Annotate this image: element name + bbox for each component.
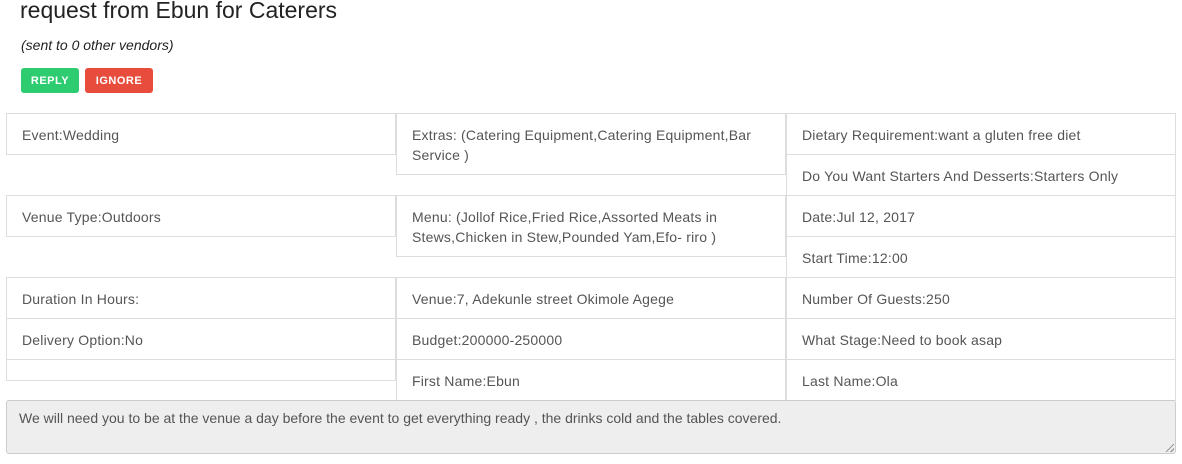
stage-field: What Stage:Need to book asap — [786, 318, 1176, 360]
empty-cell — [6, 359, 396, 381]
menu-field: Menu: (Jollof Rice,Fried Rice,Assorted M… — [396, 195, 786, 257]
venue-field: Venue:7, Adekunle street Okimole Agege — [396, 277, 786, 319]
delivery-option-field: Delivery Option:No — [6, 318, 396, 360]
first-name-field: First Name:Ebun — [396, 359, 786, 401]
dietary-requirement-field: Dietary Requirement:want a gluten free d… — [786, 113, 1176, 155]
vendors-sent-note: (sent to 0 other vendors) — [21, 37, 174, 53]
date-field: Date:Jul 12, 2017 — [786, 195, 1176, 237]
last-name-field: Last Name:Ola — [786, 359, 1176, 401]
page-title: request from Ebun for Caterers — [20, 0, 338, 23]
event-field: Event:Wedding — [6, 113, 396, 155]
duration-field: Duration In Hours: — [6, 277, 396, 319]
venue-type-field: Venue Type:Outdoors — [6, 195, 396, 237]
guests-field: Number Of Guests:250 — [786, 277, 1176, 319]
starters-desserts-field: Do You Want Starters And Desserts:Starte… — [786, 154, 1176, 196]
start-time-field: Start Time:12:00 — [786, 236, 1176, 278]
ignore-button[interactable]: IGNORE — [85, 68, 153, 93]
extras-field: Extras: (Catering Equipment,Catering Equ… — [396, 113, 786, 175]
reply-button[interactable]: REPLY — [21, 68, 79, 93]
request-notes-textarea[interactable]: We will need you to be at the venue a da… — [6, 400, 1176, 454]
budget-field: Budget:200000-250000 — [396, 318, 786, 360]
resize-handle-icon[interactable] — [1166, 444, 1176, 454]
